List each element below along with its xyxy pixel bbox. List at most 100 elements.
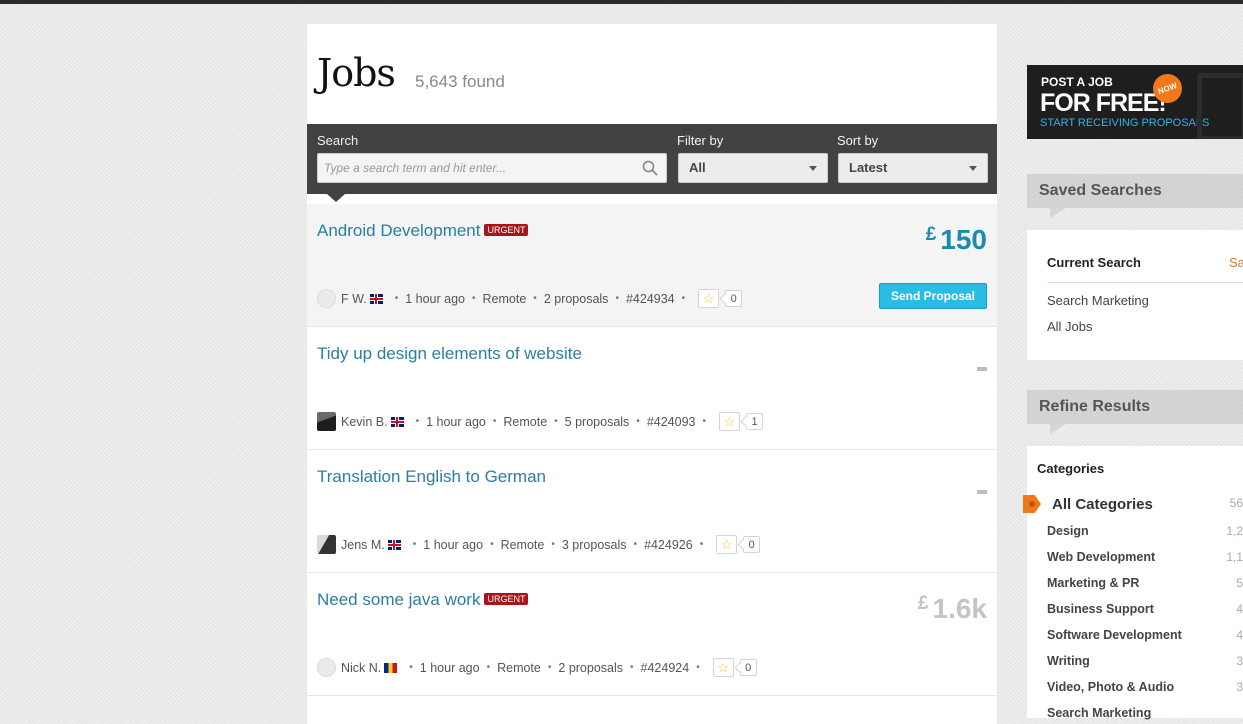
separator-dot: • (547, 662, 552, 673)
saved-search-item[interactable]: Search Marketing (1047, 293, 1149, 308)
job-meta: Nick N. • 1 hour ago • Remote • 2 propos… (317, 658, 757, 677)
list-item[interactable]: Need some java work URGENT £1.6k Nick N. … (307, 573, 997, 696)
client-name[interactable]: Nick N. (341, 661, 381, 675)
page-title: Jobs (317, 51, 396, 95)
currency-symbol: £ (925, 224, 937, 245)
categories-label: Categories (1037, 461, 1105, 476)
search-label: Search (317, 133, 359, 148)
job-meta: Jens M. • 1 hour ago • Remote • 3 propos… (317, 535, 761, 554)
avatar[interactable] (317, 412, 336, 431)
category-item[interactable]: Web Development (1047, 550, 1155, 564)
category-item[interactable]: Software Development (1047, 628, 1182, 642)
filter-select[interactable]: All (678, 153, 828, 183)
job-meta: Kevin B. • 1 hour ago • Remote • 5 propo… (317, 412, 763, 431)
separator-dot: • (472, 293, 476, 304)
refine-results-title: Refine Results (1039, 398, 1151, 415)
header-pointer (1050, 208, 1066, 218)
separator-dot: • (633, 539, 638, 550)
avatar[interactable] (317, 535, 336, 554)
saved-search-item[interactable]: All Jobs (1047, 319, 1093, 334)
filter-label: Filter by (677, 133, 724, 148)
proposal-count: 2 proposals (558, 660, 624, 675)
separator-dot: • (630, 662, 634, 673)
search-box[interactable] (317, 153, 667, 183)
no-budget-dash (977, 490, 987, 494)
separator-dot: • (412, 539, 417, 550)
category-count: 56 (1229, 496, 1243, 510)
list-item[interactable]: Android Development URGENT £150 F W. • 1 … (307, 204, 997, 327)
promo-line-1: POST A JOB (1041, 75, 1113, 89)
client-name[interactable]: Kevin B. (341, 415, 388, 429)
star-icon[interactable]: ☆ (719, 412, 740, 431)
search-icon[interactable] (642, 160, 658, 176)
job-title[interactable]: Translation English to German (317, 467, 546, 487)
favorite-count: 0 (743, 536, 761, 553)
separator-dot: • (615, 293, 619, 304)
job-title-link[interactable]: Android Development URGENT (317, 221, 529, 241)
job-price: £150 (926, 224, 987, 256)
search-input[interactable] (324, 154, 624, 182)
job-location: Remote (482, 291, 527, 306)
romania-flag-icon (384, 662, 398, 673)
saved-searches-header: Saved Searches (1027, 174, 1243, 208)
star-icon[interactable]: ☆ (712, 658, 734, 677)
category-item[interactable]: Writing (1047, 654, 1090, 668)
separator-dot: • (696, 662, 700, 673)
filter-value: All (689, 160, 706, 175)
uk-flag-icon (387, 539, 401, 550)
list-item[interactable]: Tidy up design elements of website Kevin… (307, 327, 997, 450)
separator-dot: • (554, 416, 558, 427)
proposal-count: 2 proposals (543, 291, 609, 306)
proposal-count: 3 proposals (561, 537, 627, 552)
category-item[interactable]: Business Support (1047, 602, 1154, 616)
category-item[interactable]: Design (1047, 524, 1089, 538)
job-location: Remote (497, 660, 541, 675)
top-bar (0, 0, 1243, 4)
jobs-panel: Jobs 5,643 found Search Filter by All So… (307, 24, 997, 724)
urgent-badge: URGENT (484, 224, 529, 236)
category-all[interactable]: All Categories (1052, 496, 1153, 513)
results-count: 5,643 found (415, 72, 505, 91)
separator-dot: • (486, 662, 491, 673)
star-icon[interactable]: ☆ (716, 535, 738, 554)
separator-dot: • (492, 416, 497, 427)
posted-time: 1 hour ago (405, 291, 465, 306)
sort-select[interactable]: Latest (838, 153, 988, 183)
chevron-down-icon (809, 166, 817, 171)
post-job-banner[interactable]: POST A JOB FOR FREE! NOW START RECEIVING… (1027, 65, 1243, 139)
saved-searches-box: Current Search Sa Search Marketing All J… (1027, 230, 1243, 360)
currency-symbol: £ (917, 593, 929, 614)
refine-results-header: Refine Results (1027, 390, 1243, 424)
uk-flag-icon (390, 416, 404, 427)
separator-dot: • (409, 662, 413, 673)
favorite-count: 0 (725, 290, 743, 307)
separator-dot: • (702, 416, 706, 427)
proposal-count: 5 proposals (564, 414, 630, 429)
client-name[interactable]: Jens M. (341, 538, 385, 552)
posted-time: 1 hour ago (419, 660, 480, 675)
separator-dot: • (636, 416, 640, 427)
separator-dot: • (415, 416, 420, 427)
category-count: 3 (1236, 680, 1243, 694)
job-title[interactable]: Need some java work (317, 590, 480, 609)
category-item[interactable]: Marketing & PR (1047, 576, 1139, 590)
job-title-link[interactable]: Need some java work URGENT (317, 590, 529, 610)
list-item[interactable]: Translation English to German Jens M. • … (307, 450, 997, 573)
lock-icon (1197, 73, 1243, 139)
save-search-link[interactable]: Sa (1229, 255, 1243, 270)
avatar[interactable] (317, 289, 336, 308)
send-proposal-button[interactable]: Send Proposal (879, 283, 987, 309)
job-list: Android Development URGENT £150 F W. • 1 … (307, 204, 997, 696)
separator-dot: • (490, 539, 494, 550)
header-pointer (1050, 424, 1066, 434)
job-location: Remote (503, 414, 548, 429)
current-search-label: Current Search (1047, 255, 1141, 270)
separator-dot: • (551, 539, 555, 550)
star-icon[interactable]: ☆ (698, 289, 720, 308)
avatar[interactable] (317, 658, 336, 677)
category-item[interactable]: Video, Photo & Audio (1047, 680, 1174, 694)
category-count: 1,2 (1226, 524, 1243, 538)
job-title[interactable]: Tidy up design elements of website (317, 344, 582, 364)
job-title[interactable]: Android Development (317, 221, 480, 240)
client-name[interactable]: F W. (341, 292, 367, 306)
